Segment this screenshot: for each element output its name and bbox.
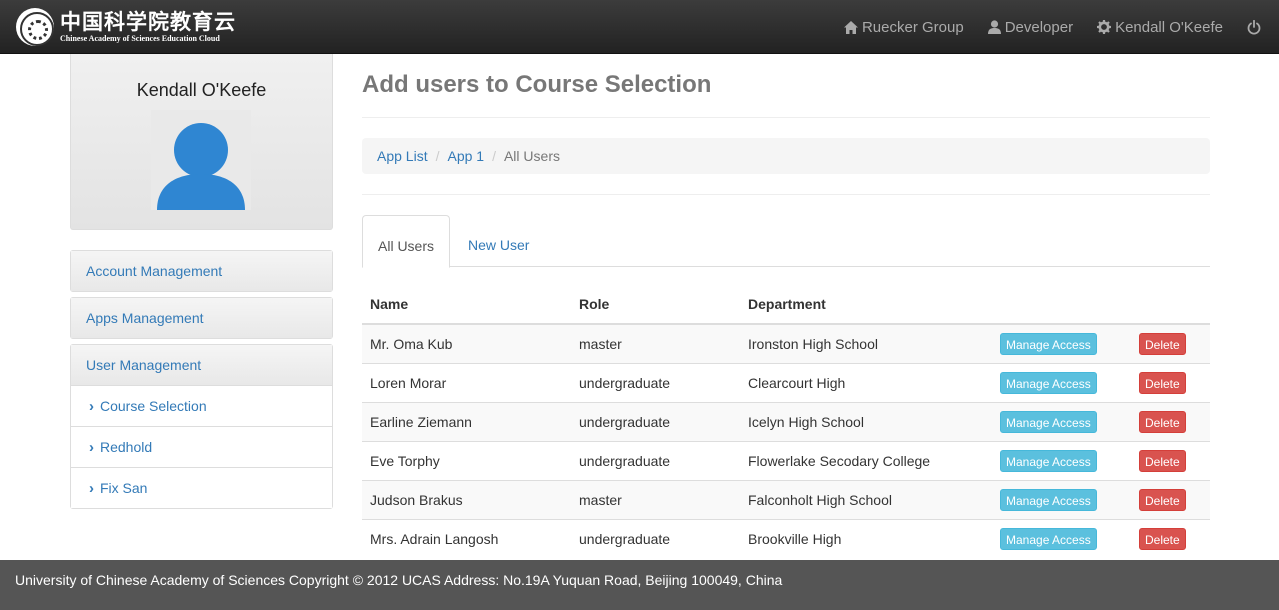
divider — [362, 117, 1210, 118]
table-row: Judson Brakus master Falconholt High Sch… — [362, 479, 1210, 519]
sidebar-subitem-label: Redhold — [100, 439, 153, 455]
column-header-delete — [1131, 285, 1210, 325]
sidebar-item-account-management[interactable]: Account Management — [71, 251, 332, 291]
sidebar-item-apps-management[interactable]: Apps Management — [71, 298, 332, 338]
nav-group-label: Ruecker Group — [861, 18, 964, 36]
table-row: Eve Torphy undergraduate Flowerlake Seco… — [362, 440, 1210, 480]
brand-text: 中国科学院教育云 Chinese Academy of Sciences Edu… — [60, 10, 236, 44]
delete-button[interactable]: Delete — [1139, 371, 1186, 394]
manage-access-button[interactable]: Manage Access — [1000, 410, 1097, 433]
brand-name-en: Chinese Academy of Sciences Education Cl… — [60, 34, 220, 43]
cell-role: undergraduate — [571, 440, 740, 480]
top-navbar: 中国科学院教育云 Chinese Academy of Sciences Edu… — [0, 0, 1279, 54]
cell-name: Earline Ziemann — [362, 401, 571, 441]
manage-access-button[interactable]: Manage Access — [1000, 488, 1097, 511]
user-tabs: All Users New User — [362, 215, 1210, 268]
sidebar-subitem-label: Fix San — [100, 480, 148, 496]
column-header-manage — [992, 285, 1131, 325]
power-icon — [1247, 19, 1261, 34]
manage-access-button[interactable]: Manage Access — [1000, 527, 1097, 550]
sidebar-subitem-redhold[interactable]: › Redhold — [71, 426, 332, 467]
delete-button[interactable]: Delete — [1139, 410, 1186, 433]
divider — [362, 194, 1210, 195]
nav-user-link[interactable]: Kendall O'Keefe — [1097, 19, 1223, 36]
cell-role: master — [571, 479, 740, 519]
cell-department: Icelyn High School — [740, 401, 992, 441]
cell-department: Clearcourt High — [740, 362, 992, 402]
cell-name: Mr. Oma Kub — [362, 323, 571, 363]
breadcrumb-current: All Users — [503, 148, 560, 164]
column-header-name: Name — [362, 285, 571, 325]
users-table: Name Role Department Mr. Oma Kub master … — [362, 285, 1210, 558]
manage-access-button[interactable]: Manage Access — [1000, 371, 1097, 394]
gear-icon — [1097, 20, 1112, 34]
manage-access-button[interactable]: Manage Access — [1000, 449, 1097, 472]
profile-name: Kendall O'Keefe — [136, 80, 267, 100]
column-header-department: Department — [740, 285, 992, 325]
avatar — [151, 110, 251, 210]
delete-button[interactable]: Delete — [1139, 527, 1186, 550]
tab-all-users[interactable]: All Users — [362, 215, 451, 268]
breadcrumb-separator: / — [492, 148, 496, 164]
cas-seal-icon — [16, 8, 54, 46]
cell-role: undergraduate — [571, 362, 740, 402]
chevron-right-icon: › — [89, 438, 94, 456]
table-body: Mr. Oma Kub master Ironston High School … — [362, 323, 1210, 558]
nav-group-link[interactable]: Ruecker Group — [843, 18, 964, 36]
footer-text: University of Chinese Academy of Science… — [15, 572, 783, 588]
footer: University of Chinese Academy of Science… — [0, 560, 1279, 610]
manage-access-button[interactable]: Manage Access — [1000, 332, 1097, 355]
table-row: Loren Morar undergraduate Clearcourt Hig… — [362, 362, 1210, 402]
cell-department: Falconholt High School — [740, 479, 992, 519]
cell-name: Mrs. Adrain Langosh — [362, 518, 571, 558]
nav-user-label: Kendall O'Keefe — [1115, 18, 1223, 36]
sidebar-subitem-fix-san[interactable]: › Fix San — [71, 467, 332, 508]
panel-apps: Apps Management — [70, 297, 333, 339]
logout-button[interactable] — [1247, 19, 1265, 35]
cell-name: Judson Brakus — [362, 479, 571, 519]
page-title: Add users to Course Selection — [362, 71, 712, 98]
cell-name: Eve Torphy — [362, 440, 571, 480]
cell-role: undergraduate — [571, 518, 740, 558]
tab-new-user[interactable]: New User — [453, 215, 544, 267]
breadcrumb: App List / App 1 / All Users — [362, 138, 1210, 174]
sidebar-subitem-course-selection[interactable]: › Course Selection — [71, 385, 332, 426]
cell-department: Flowerlake Secodary College — [740, 440, 992, 480]
breadcrumb-app-list[interactable]: App List — [377, 148, 428, 164]
table-header-row: Name Role Department — [362, 285, 1210, 325]
delete-button[interactable]: Delete — [1139, 488, 1186, 511]
brand-logo[interactable]: 中国科学院教育云 Chinese Academy of Sciences Edu… — [16, 8, 236, 46]
chevron-right-icon: › — [89, 397, 94, 415]
avatar-user-icon — [157, 123, 245, 210]
home-icon — [843, 20, 858, 34]
delete-button[interactable]: Delete — [1139, 449, 1186, 472]
sidebar-subitem-label: Course Selection — [100, 398, 207, 414]
breadcrumb-app-1[interactable]: App 1 — [447, 148, 484, 164]
table-row: Mrs. Adrain Langosh undergraduate Brookv… — [362, 518, 1210, 558]
user-icon — [987, 20, 1001, 34]
table-row: Mr. Oma Kub master Ironston High School … — [362, 323, 1210, 363]
sidebar-item-user-management[interactable]: User Management — [71, 345, 332, 385]
brand-name-cn: 中国科学院教育云 — [60, 9, 236, 34]
cell-role: undergraduate — [571, 401, 740, 441]
panel-users: User Management › Course Selection › Red… — [70, 344, 333, 509]
nav-role-link[interactable]: Developer — [987, 18, 1074, 36]
delete-button[interactable]: Delete — [1139, 332, 1186, 355]
breadcrumb-separator: / — [435, 148, 440, 164]
profile-card: Kendall O'Keefe — [70, 54, 333, 230]
cell-department: Brookville High — [740, 518, 992, 558]
column-header-role: Role — [571, 285, 740, 325]
cell-name: Loren Morar — [362, 362, 571, 402]
cell-role: master — [571, 323, 740, 363]
panel-account: Account Management — [70, 250, 333, 292]
cell-department: Ironston High School — [740, 323, 992, 363]
chevron-right-icon: › — [89, 479, 94, 497]
table-row: Earline Ziemann undergraduate Icelyn Hig… — [362, 401, 1210, 441]
nav-role-label: Developer — [1004, 18, 1074, 36]
